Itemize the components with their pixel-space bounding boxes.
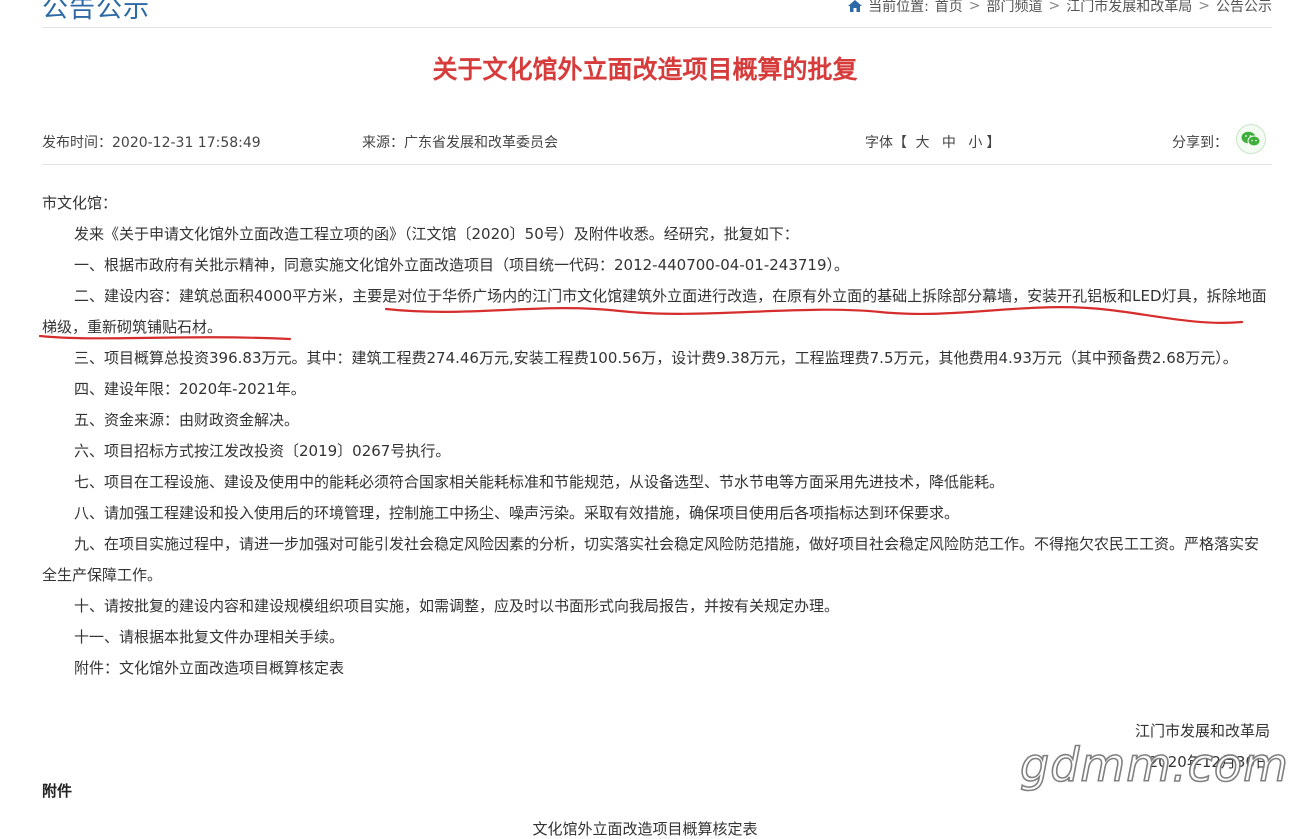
breadcrumb: 当前位置: 首页 > 部门频道 > 江门市发展和改革局 > 公告公示 — [848, 0, 1272, 16]
article-meta: 发布时间：2020-12-31 17:58:49 来源：广东省发展和改革委员会 … — [42, 124, 1268, 156]
paragraph: 十一、请根据本批复文件办理相关手续。 — [74, 628, 345, 646]
paragraph: 发来《关于申请文化馆外立面改造工程立项的函》（江文馆〔2020〕50号）及附件收… — [74, 225, 799, 243]
breadcrumb-bureau-link[interactable]: 江门市发展和改革局 — [1066, 0, 1192, 16]
watermark: gdmm.com — [1019, 737, 1289, 793]
font-size-control: 字体【 大 中 小】 — [865, 132, 1000, 152]
share-label: 分享到： — [1172, 135, 1228, 151]
breadcrumb-notice-link[interactable]: 公告公示 — [1216, 0, 1272, 16]
wechat-icon — [1241, 131, 1261, 147]
wechat-share-button[interactable] — [1236, 124, 1266, 154]
breadcrumb-separator: > — [1048, 0, 1061, 14]
paragraph: 六、项目招标方式按江发改投资〔2019〕0267号执行。 — [74, 442, 451, 460]
font-size-label: 字体 — [865, 135, 893, 151]
paragraph: 八、请加强工程建设和投入使用后的环境管理，控制施工中扬尘、噪声污染。采取有效措施… — [74, 504, 960, 522]
paragraph: 一、根据市政府有关批示精神，同意实施文化馆外立面改造项目（项目统一代码：2012… — [74, 256, 850, 274]
publish-time: 发布时间：2020-12-31 17:58:49 — [42, 135, 261, 151]
meta-divider — [42, 164, 1272, 165]
article-body: 市文化馆： 发来《关于申请文化馆外立面改造工程立项的函》（江文馆〔2020〕50… — [42, 188, 1272, 684]
attachment-reference: 附件：文化馆外立面改造项目概算核定表 — [74, 659, 345, 677]
salutation: 市文化馆： — [42, 194, 118, 212]
font-medium-button[interactable]: 中 — [942, 135, 956, 151]
breadcrumb-prefix: 当前位置: — [868, 0, 929, 15]
attachment-heading: 附件 — [42, 782, 73, 800]
breadcrumb-channel-link[interactable]: 部门频道 — [987, 0, 1043, 16]
home-icon — [848, 0, 863, 12]
header-divider — [42, 27, 1272, 28]
paragraph-construction-content: 二、建设内容：建筑总面积4000平方米，主要是对位于华侨广场内的江门市文化馆建筑… — [42, 287, 1267, 336]
section-title: 公告公示 — [42, 0, 151, 24]
paragraph: 三、项目概算总投资396.83万元。其中：建筑工程费274.46万元,安装工程费… — [74, 349, 1238, 367]
font-large-button[interactable]: 大 — [915, 135, 929, 151]
paragraph: 九、在项目实施过程中，请进一步加强对可能引发社会稳定风险因素的分析，切实落实社会… — [42, 535, 1260, 584]
paragraph: 七、项目在工程设施、建设及使用中的能耗必须符合国家相关能耗标准和节能规范，从设备… — [74, 473, 1005, 491]
font-size-close-bracket: 】 — [986, 135, 1001, 151]
article-title: 关于文化馆外立面改造项目概算的批复 — [432, 55, 858, 84]
font-small-button[interactable]: 小 — [968, 135, 982, 151]
article-source: 来源：广东省发展和改革委员会 — [362, 135, 558, 151]
paragraph: 十、请按批复的建设内容和建设规模组织项目实施，如需调整，应及时以书面形式向我局报… — [74, 597, 840, 615]
breadcrumb-home-link[interactable]: 首页 — [935, 0, 963, 16]
paragraph: 五、资金来源：由财政资金解决。 — [74, 411, 300, 429]
breadcrumb-separator: > — [968, 0, 981, 14]
paragraph: 四、建设年限：2020年-2021年。 — [74, 380, 306, 398]
font-size-open-bracket: 【 — [893, 135, 907, 151]
top-bar: 公告公示 当前位置: 首页 > 部门频道 > 江门市发展和改革局 > 公告公示 — [42, 0, 1272, 28]
breadcrumb-separator: > — [1198, 0, 1210, 14]
